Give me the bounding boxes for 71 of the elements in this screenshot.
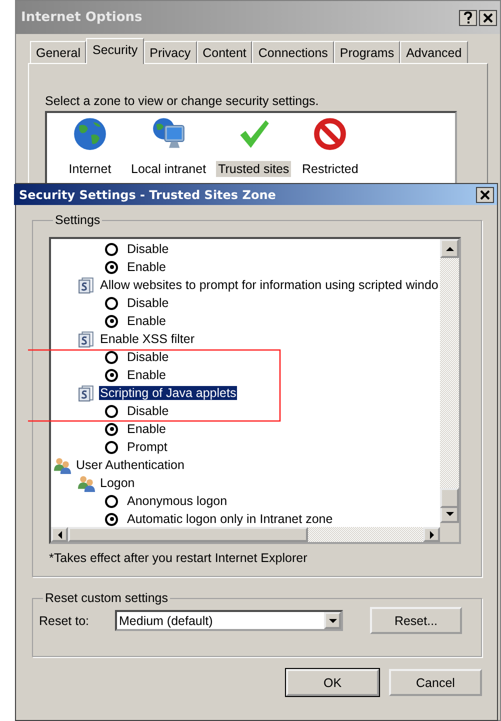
option-label: Enable [126, 368, 167, 382]
no-entry-icon[interactable] [313, 117, 348, 151]
tab[interactable]: Content [196, 41, 252, 63]
group-label[interactable]: User Authentication [75, 458, 186, 472]
option-label: Enable [126, 422, 167, 436]
down-arrow-icon [446, 510, 454, 516]
radio-button[interactable] [105, 242, 118, 256]
radio-button[interactable] [105, 404, 118, 418]
script-icon [78, 330, 95, 348]
reset-to-label: Reset to: [39, 614, 90, 628]
radio-button[interactable] [105, 314, 118, 328]
radio-button[interactable] [105, 368, 118, 382]
globe-icon[interactable] [73, 117, 107, 151]
setting-label[interactable]: Scripting of Java applets [99, 386, 238, 400]
window-title: Internet Options [21, 10, 142, 25]
option-label: Anonymous logon [126, 494, 228, 508]
tab[interactable]: Privacy [144, 41, 197, 63]
radio-button[interactable] [105, 260, 118, 274]
dialog-button[interactable]: Cancel [389, 669, 482, 696]
option-label: Disable [126, 242, 170, 256]
scroll-thumb[interactable] [68, 527, 308, 542]
script-icon [78, 276, 95, 294]
up-arrow-icon [446, 246, 454, 252]
radio-button[interactable] [105, 512, 118, 526]
radio-button[interactable] [105, 440, 118, 454]
left-arrow-icon [56, 530, 62, 538]
group-title: Reset custom settings [44, 591, 169, 605]
tab[interactable]: Advanced [400, 41, 468, 63]
zone-label[interactable]: Trusted sites [216, 161, 292, 177]
scroll-thumb[interactable] [440, 488, 459, 508]
option-label: Disable [126, 296, 170, 310]
dialog-button[interactable]: OK [286, 669, 379, 696]
setting-label[interactable]: Enable XSS filter [99, 332, 196, 346]
level-dropdown[interactable]: Medium (default) [115, 610, 343, 631]
radio-button[interactable] [105, 494, 118, 508]
dialog-title: Security Settings - Trusted Sites Zone [19, 188, 276, 202]
zone-label[interactable]: Restricted [300, 161, 360, 177]
caret-icon [328, 618, 336, 624]
tab[interactable]: Security [86, 38, 144, 64]
scroll-right-button[interactable] [423, 527, 440, 542]
zone-prompt: Select a zone to view or change security settings. [45, 94, 320, 108]
script-icon [78, 384, 95, 402]
close-icon[interactable] [476, 186, 494, 202]
users-icon [78, 474, 95, 492]
tab[interactable]: General [30, 41, 86, 63]
group-label[interactable]: Logon [99, 476, 136, 490]
option-label: Automatic logon only in Intranet zone [126, 512, 334, 526]
radio-button[interactable] [105, 350, 118, 364]
scroll-left-button[interactable] [51, 527, 68, 542]
radio-button[interactable] [105, 422, 118, 436]
scroll-up-button[interactable] [440, 239, 459, 258]
radio-button[interactable] [105, 296, 118, 310]
users-icon [54, 456, 71, 474]
globe-monitor-icon[interactable] [152, 117, 186, 151]
zone-label[interactable]: Internet [66, 161, 114, 177]
group-title: Settings [54, 213, 102, 227]
tab[interactable]: Programs [334, 41, 400, 63]
option-label: Prompt [126, 440, 168, 454]
right-arrow-icon [428, 530, 434, 538]
vertical-scrollbar[interactable] [440, 239, 459, 523]
scrollbar-corner [440, 523, 459, 542]
option-label: Enable [126, 314, 167, 328]
setting-label[interactable]: Allow websites to prompt for information using scripted windo [99, 278, 439, 292]
option-label: Disable [126, 350, 170, 364]
option-label: Enable [126, 260, 167, 274]
tab[interactable]: Connections [252, 41, 334, 63]
option-label: Disable [126, 404, 170, 418]
reset-button[interactable]: Reset... [370, 607, 462, 634]
zone-label[interactable]: Local intranet [129, 161, 208, 177]
footnote: *Takes effect after you restart Internet Explorer [49, 551, 308, 565]
horizontal-scrollbar[interactable] [51, 527, 440, 542]
